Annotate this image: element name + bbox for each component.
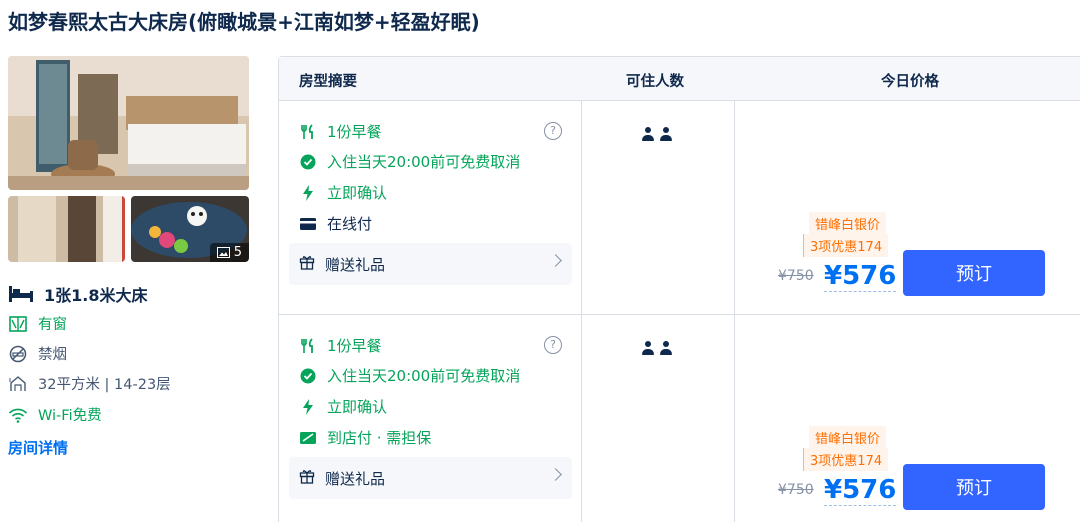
area-icon [8, 375, 28, 393]
lightning-icon [299, 398, 317, 416]
perk-cancellation: 入住当天20:00前可免费取消 [299, 365, 520, 386]
perk-instant-confirm: 立即确认 [299, 396, 387, 417]
payment-label: 到店付 · 需担保 [327, 429, 432, 447]
person-icon [642, 341, 654, 356]
confirm-label: 立即确认 [327, 184, 388, 202]
breakfast-label: 1份早餐 [327, 123, 382, 141]
amenity-label: 32平方米 | 14-23层 [38, 377, 171, 393]
chevron-right-icon [549, 254, 562, 267]
gift-row[interactable]: 赠送礼品 [289, 457, 572, 499]
promo-tag: 错峰白银价 [809, 426, 887, 449]
perk-breakfast: 1份早餐 [299, 121, 382, 142]
person-icon [660, 127, 672, 142]
pay-at-hotel-icon [299, 429, 317, 447]
no-smoking-icon [8, 345, 28, 363]
bed-type: 1张1.8米大床 [8, 282, 147, 306]
confirm-label: 立即确认 [327, 398, 388, 416]
person-icon [660, 341, 672, 356]
perk-cancellation: 入住当天20:00前可免费取消 [299, 151, 520, 172]
table-header: 房型摘要 可住人数 今日价格 [279, 57, 1080, 101]
amenity-window: 有窗 [8, 313, 67, 334]
perk-payment: 到店付 · 需担保 [299, 427, 431, 448]
check-circle-icon [299, 153, 317, 171]
promo-discount[interactable]: 3项优惠174 [803, 448, 889, 471]
column-divider [734, 101, 735, 522]
book-button[interactable]: 预订 [903, 464, 1045, 510]
current-price[interactable]: ¥576 [824, 261, 897, 292]
original-price: ¥750 [778, 482, 814, 498]
amenity-label: 禁烟 [38, 347, 67, 363]
gift-label: 赠送礼品 [325, 469, 386, 488]
column-divider [581, 101, 582, 522]
gift-icon [299, 468, 315, 488]
room-title: 如梦春熙太古大床房(俯瞰城景+江南如梦+轻盈好眠) [8, 10, 480, 34]
image-icon [216, 247, 230, 258]
amenity-no-smoking: 禁烟 [8, 343, 67, 364]
perk-breakfast: 1份早餐 [299, 335, 382, 356]
utensils-icon [299, 123, 317, 141]
header-occupancy: 可住人数 [626, 74, 684, 90]
utensils-icon [299, 337, 317, 355]
card-icon [299, 215, 317, 233]
amenity-label: Wi-Fi免费 [38, 408, 102, 424]
perk-instant-confirm: 立即确认 [299, 182, 387, 203]
occupancy-icons [642, 341, 672, 356]
person-icon [642, 127, 654, 142]
help-icon[interactable]: ? [544, 122, 562, 140]
lightning-icon [299, 184, 317, 202]
original-price: ¥750 [778, 268, 814, 284]
gift-icon [299, 254, 315, 274]
payment-label: 在线付 [327, 215, 373, 233]
bed-label: 1张1.8米大床 [44, 286, 148, 305]
promo-discount[interactable]: 3项优惠174 [803, 234, 889, 257]
amenity-wifi: Wi-Fi免费 [8, 404, 102, 425]
promo-tag: 错峰白银价 [809, 212, 887, 235]
header-price: 今日价格 [881, 74, 939, 90]
amenity-area: 32平方米 | 14-23层 [8, 373, 171, 394]
occupancy-icons [642, 127, 672, 142]
perk-payment: 在线付 [299, 213, 372, 234]
book-button[interactable]: 预订 [903, 250, 1045, 296]
photo-count: 5 [233, 245, 242, 260]
check-circle-icon [299, 367, 317, 385]
room-details-link[interactable]: 房间详情 [8, 437, 68, 458]
room-photo-thumb[interactable] [8, 196, 125, 262]
photo-count-badge[interactable]: 5 [209, 243, 249, 262]
gift-label: 赠送礼品 [325, 255, 386, 274]
cancellation-label: 入住当天20:00前可免费取消 [327, 367, 521, 385]
header-summary: 房型摘要 [299, 74, 357, 90]
wifi-icon [8, 406, 28, 424]
help-icon[interactable]: ? [544, 336, 562, 354]
window-icon [8, 315, 28, 333]
room-photo-main[interactable] [8, 56, 249, 190]
cancellation-label: 入住当天20:00前可免费取消 [327, 153, 521, 171]
gift-row[interactable]: 赠送礼品 [289, 243, 572, 285]
amenity-label: 有窗 [38, 317, 67, 333]
bathroom-photo [8, 196, 125, 262]
bedroom-photo [8, 56, 249, 190]
room-photo-thumb[interactable]: 5 [131, 196, 249, 262]
row-divider [279, 314, 1080, 315]
chevron-right-icon [549, 468, 562, 481]
current-price[interactable]: ¥576 [824, 475, 897, 506]
breakfast-label: 1份早餐 [327, 337, 382, 355]
bed-icon [9, 286, 33, 302]
rate-table: 房型摘要 可住人数 今日价格 1份早餐 ? 入住当天20:00前可免费取消 立即… [278, 56, 1080, 522]
